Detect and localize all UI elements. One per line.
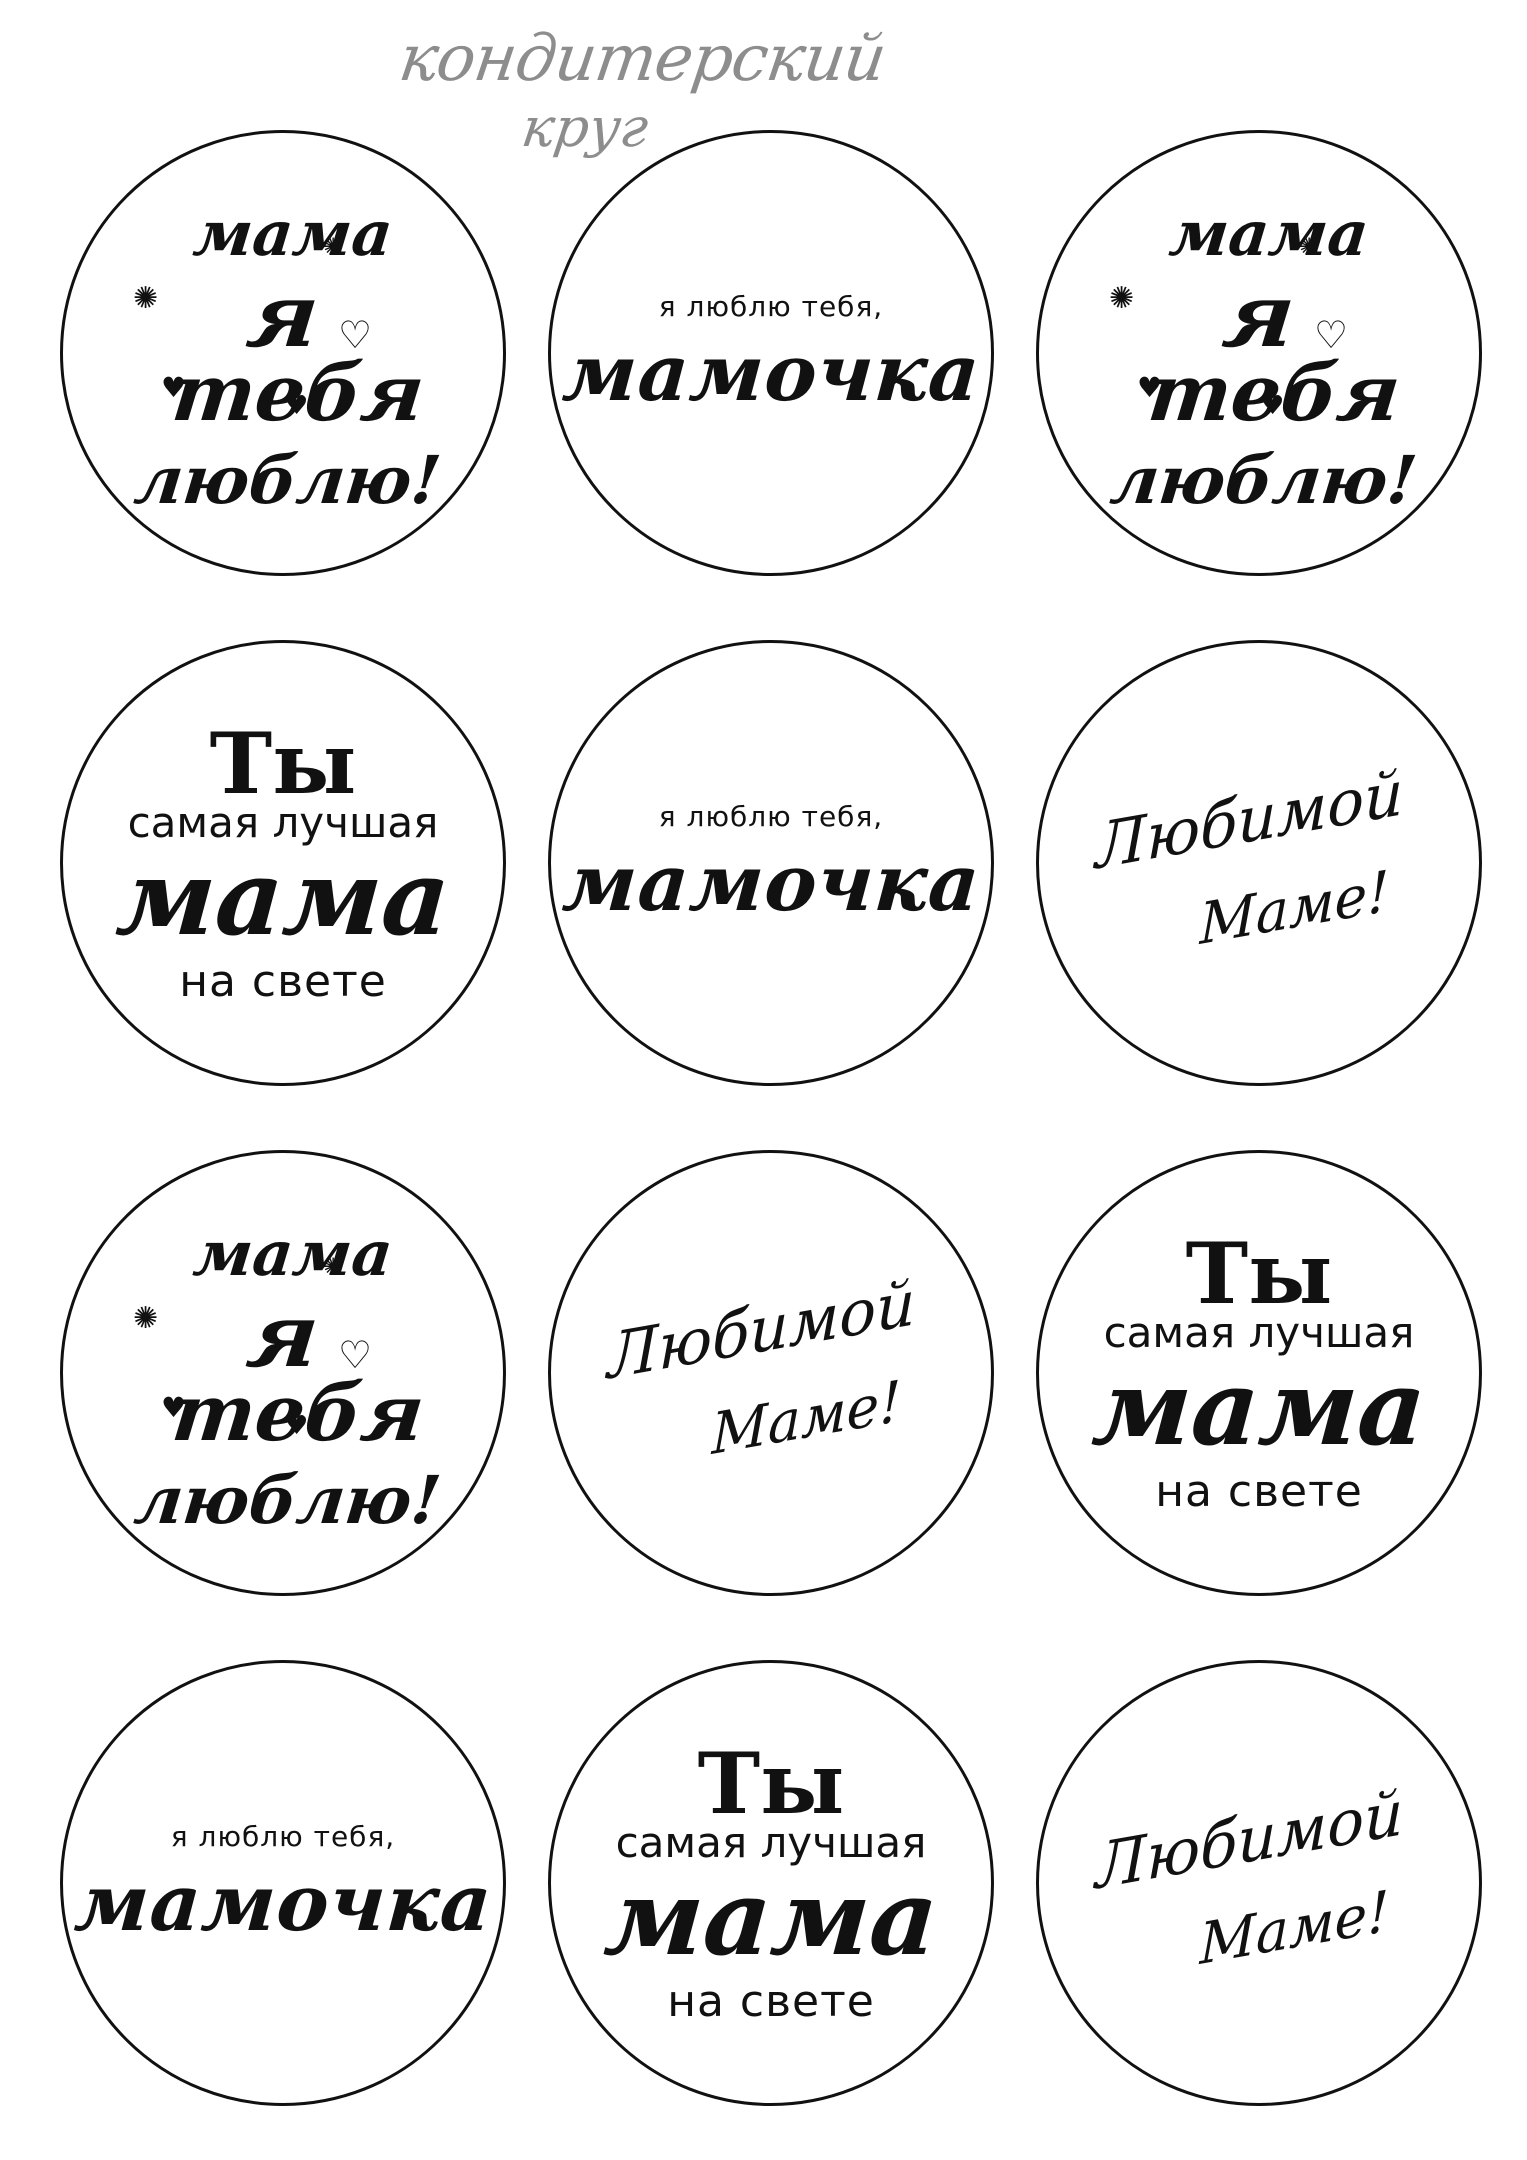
- sticker-circle-mama_ya_tebya: ✺ ✺ ♥ ♥ ♡ мама я тебя люблю!: [60, 1150, 506, 1596]
- big-text: мамочка: [71, 1858, 495, 1949]
- word-mama: мама: [190, 1217, 396, 1290]
- text-mame: Маме!: [1199, 858, 1389, 959]
- small-text: я люблю тебя,: [658, 290, 884, 323]
- word-tebya: тебя: [1143, 348, 1405, 439]
- text-na-svete: на свете: [667, 1976, 875, 2027]
- text-mame: Маме!: [711, 1368, 901, 1469]
- text-na-svete: на свете: [1155, 1466, 1363, 1517]
- sticker-circle-lyubimoy: Любимой Маме!: [548, 1150, 994, 1596]
- sticker-circle-lyubimoy: Любимой Маме!: [1036, 1660, 1482, 2106]
- text-lyubimoy: Любимой: [1094, 1775, 1403, 1904]
- sticker-circle-mamochka: я люблю тебя, мамочка: [548, 130, 994, 576]
- sticker-grid: ✺ ✺ ♥ ♥ ♡ мама я тебя люблю! я люблю теб…: [0, 0, 1527, 2160]
- big-text: мамочка: [559, 328, 983, 419]
- word-lyublyu: люблю!: [131, 1461, 445, 1539]
- big-text: мамочка: [559, 838, 983, 929]
- word-mama: мама: [1088, 1346, 1430, 1469]
- word-tebya: тебя: [167, 1368, 429, 1459]
- sparkle-icon: ✺: [1109, 281, 1135, 316]
- word-mama: мама: [112, 836, 454, 959]
- sticker-circle-mamochka: я люблю тебя, мамочка: [60, 1660, 506, 2106]
- sticker-circle-lyubimoy: Любимой Маме!: [1036, 640, 1482, 1086]
- sticker-circle-ty_samaya: Ты самая лучшая мама на свете: [60, 640, 506, 1086]
- word-ya: я: [1218, 263, 1300, 367]
- sparkle-icon: ✺: [133, 1301, 159, 1336]
- word-mama: мама: [1166, 197, 1372, 270]
- word-ty: Ты: [1185, 1224, 1333, 1323]
- small-text: я люблю тебя,: [658, 800, 884, 833]
- text-mame: Маме!: [1199, 1878, 1389, 1979]
- sticker-circle-mama_ya_tebya: ✺ ✺ ♥ ♥ ♡ мама я тебя люблю!: [60, 130, 506, 576]
- word-lyublyu: люблю!: [1107, 441, 1421, 519]
- sticker-circle-mama_ya_tebya: ✺ ✺ ♥ ♥ ♡ мама я тебя люблю!: [1036, 130, 1482, 576]
- text-lyubimoy: Любимой: [1094, 755, 1403, 884]
- sticker-circle-ty_samaya: Ты самая лучшая мама на свете: [1036, 1150, 1482, 1596]
- sticker-circle-ty_samaya: Ты самая лучшая мама на свете: [548, 1660, 994, 2106]
- sticker-circle-mamochka: я люблю тебя, мамочка: [548, 640, 994, 1086]
- word-lyublyu: люблю!: [131, 441, 445, 519]
- word-ya: я: [242, 263, 324, 367]
- text-na-svete: на свете: [179, 956, 387, 1007]
- word-ya: я: [242, 1283, 324, 1387]
- word-ty: Ты: [697, 1734, 845, 1833]
- word-tebya: тебя: [167, 348, 429, 439]
- text-lyubimoy: Любимой: [606, 1265, 915, 1394]
- word-mama: мама: [600, 1856, 942, 1979]
- word-ty: Ты: [209, 714, 357, 813]
- word-mama: мама: [190, 197, 396, 270]
- sparkle-icon: ✺: [133, 281, 159, 316]
- small-text: я люблю тебя,: [170, 1820, 396, 1853]
